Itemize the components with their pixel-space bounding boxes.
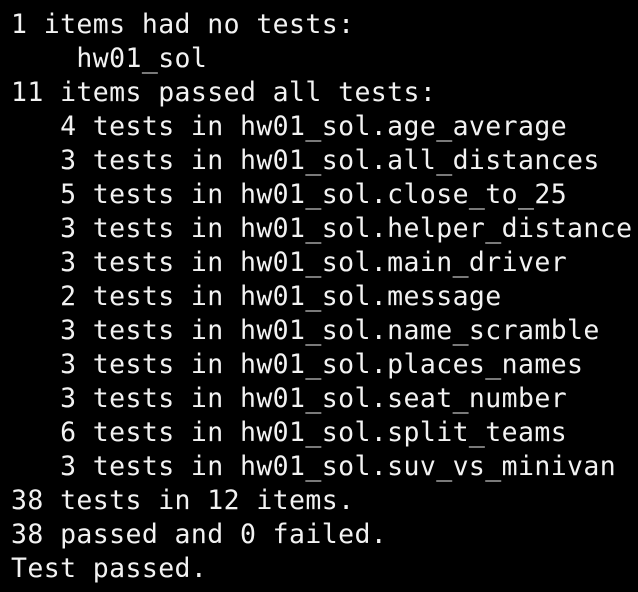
output-line-untested-item: hw01_sol xyxy=(11,43,208,74)
output-line-total-tests: 38 tests in 12 items. xyxy=(11,485,355,516)
output-line-places-names: 3 tests in hw01_sol.places_names xyxy=(11,349,584,380)
output-line-age-average: 4 tests in hw01_sol.age_average xyxy=(11,111,568,142)
output-line-suv-vs-minivan: 3 tests in hw01_sol.suv_vs_minivan xyxy=(11,451,617,482)
output-line-no-tests-header: 1 items had no tests: xyxy=(11,9,355,40)
output-line-passed-header: 11 items passed all tests: xyxy=(11,77,437,108)
output-line-seat-number: 3 tests in hw01_sol.seat_number xyxy=(11,383,568,414)
output-line-close-to-25: 5 tests in hw01_sol.close_to_25 xyxy=(11,179,568,210)
output-line-split-teams: 6 tests in hw01_sol.split_teams xyxy=(11,417,568,448)
output-line-test-passed: Test passed. xyxy=(11,553,208,584)
output-line-main-driver: 3 tests in hw01_sol.main_driver xyxy=(11,247,568,278)
terminal-output: 1 items had no tests: hw01_sol 11 items … xyxy=(0,0,638,592)
output-line-message: 2 tests in hw01_sol.message xyxy=(11,281,502,312)
output-line-all-distances: 3 tests in hw01_sol.all_distances xyxy=(11,145,600,176)
output-line-helper-distance: 3 tests in hw01_sol.helper_distance xyxy=(11,213,633,244)
output-line-name-scramble: 3 tests in hw01_sol.name_scramble xyxy=(11,315,600,346)
output-line-pass-fail-summary: 38 passed and 0 failed. xyxy=(11,519,388,550)
